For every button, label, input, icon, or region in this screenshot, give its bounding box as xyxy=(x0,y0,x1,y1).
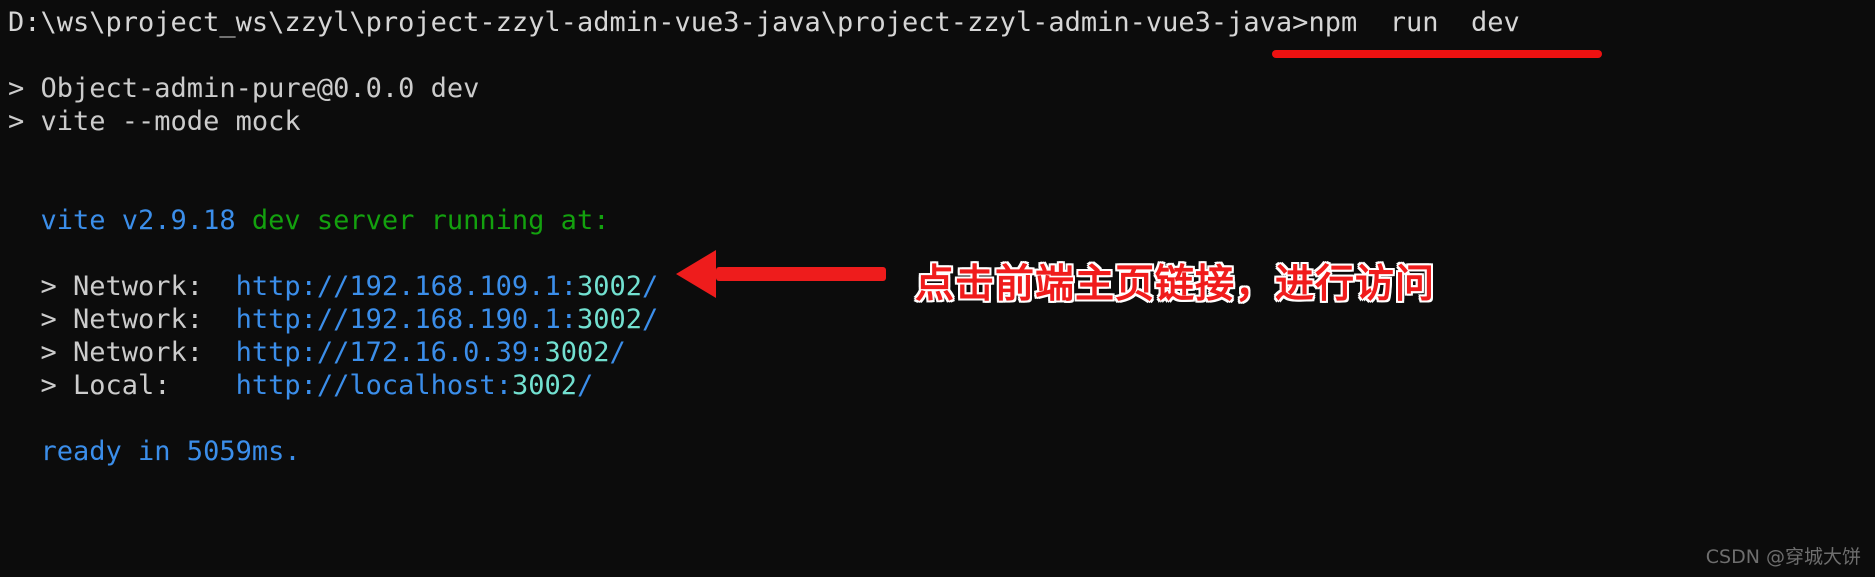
url-trailing-slash: / xyxy=(609,337,626,368)
prompt-path: D:\ws\project_ws\zzyl\project-zzyl-admin… xyxy=(8,7,1309,38)
url-colon: : xyxy=(495,370,512,401)
server-label: > Local: xyxy=(8,370,236,401)
callout-annotation: 点击前端主页链接，进行访问 xyxy=(915,262,1436,307)
server-url-line: > Local: http://localhost:3002/ xyxy=(8,369,1875,402)
spacer-line-2 xyxy=(8,138,1875,171)
csdn-watermark: CSDN @穿城大饼 xyxy=(1705,546,1861,568)
command-underline-annotation xyxy=(1272,50,1602,58)
url-host: 192.168.109.1 xyxy=(349,271,561,302)
url-scheme: http:// xyxy=(235,304,350,335)
vite-status: dev server running at: xyxy=(235,205,610,236)
npm-script-name-line: > Object-admin-pure@0.0.0 dev xyxy=(8,72,1875,105)
vite-version: vite v2.9.18 xyxy=(8,205,236,236)
url-scheme: http:// xyxy=(235,370,350,401)
url-trailing-slash: / xyxy=(576,370,594,401)
arrow-shaft xyxy=(716,267,886,281)
terminal-window: D:\ws\project_ws\zzyl\project-zzyl-admin… xyxy=(0,0,1875,577)
url-port: 3002 xyxy=(544,337,610,368)
ready-message: ready in 5059ms. xyxy=(8,436,301,467)
url-port: 3002 xyxy=(576,271,642,302)
arrow-head-icon xyxy=(676,250,716,298)
url-scheme: http:// xyxy=(235,271,350,302)
spacer-line-5 xyxy=(8,402,1875,435)
url-host: 192.168.190.1 xyxy=(349,304,561,335)
url-host: 172.16.0.39 xyxy=(349,337,529,368)
prompt-line: D:\ws\project_ws\zzyl\project-zzyl-admin… xyxy=(8,6,1875,39)
url-colon: : xyxy=(528,337,545,368)
url-colon: : xyxy=(560,271,577,302)
spacer-line-3 xyxy=(8,171,1875,204)
url-host: localhost xyxy=(349,370,496,401)
terminal-output: D:\ws\project_ws\zzyl\project-zzyl-admin… xyxy=(0,0,1875,468)
vite-banner-line: vite v2.9.18 dev server running at: xyxy=(8,204,1875,237)
url-colon: : xyxy=(560,304,577,335)
server-label: > Network: xyxy=(8,337,236,368)
url-trailing-slash: / xyxy=(642,271,659,302)
npm-script-command: > vite --mode mock xyxy=(8,106,301,137)
server-url-line: > Network: http://172.16.0.39:3002/ xyxy=(8,336,1875,369)
server-label: > Network: xyxy=(8,304,236,335)
url-scheme: http:// xyxy=(235,337,350,368)
url-trailing-slash: / xyxy=(642,304,659,335)
ready-line: ready in 5059ms. xyxy=(8,435,1875,468)
url-port: 3002 xyxy=(511,370,577,401)
server-label: > Network: xyxy=(8,271,236,302)
npm-script-command-line: > vite --mode mock xyxy=(8,105,1875,138)
prompt-command: npm run dev xyxy=(1308,7,1520,38)
npm-script-name: > Object-admin-pure@0.0.0 dev xyxy=(8,73,480,104)
url-port: 3002 xyxy=(576,304,642,335)
